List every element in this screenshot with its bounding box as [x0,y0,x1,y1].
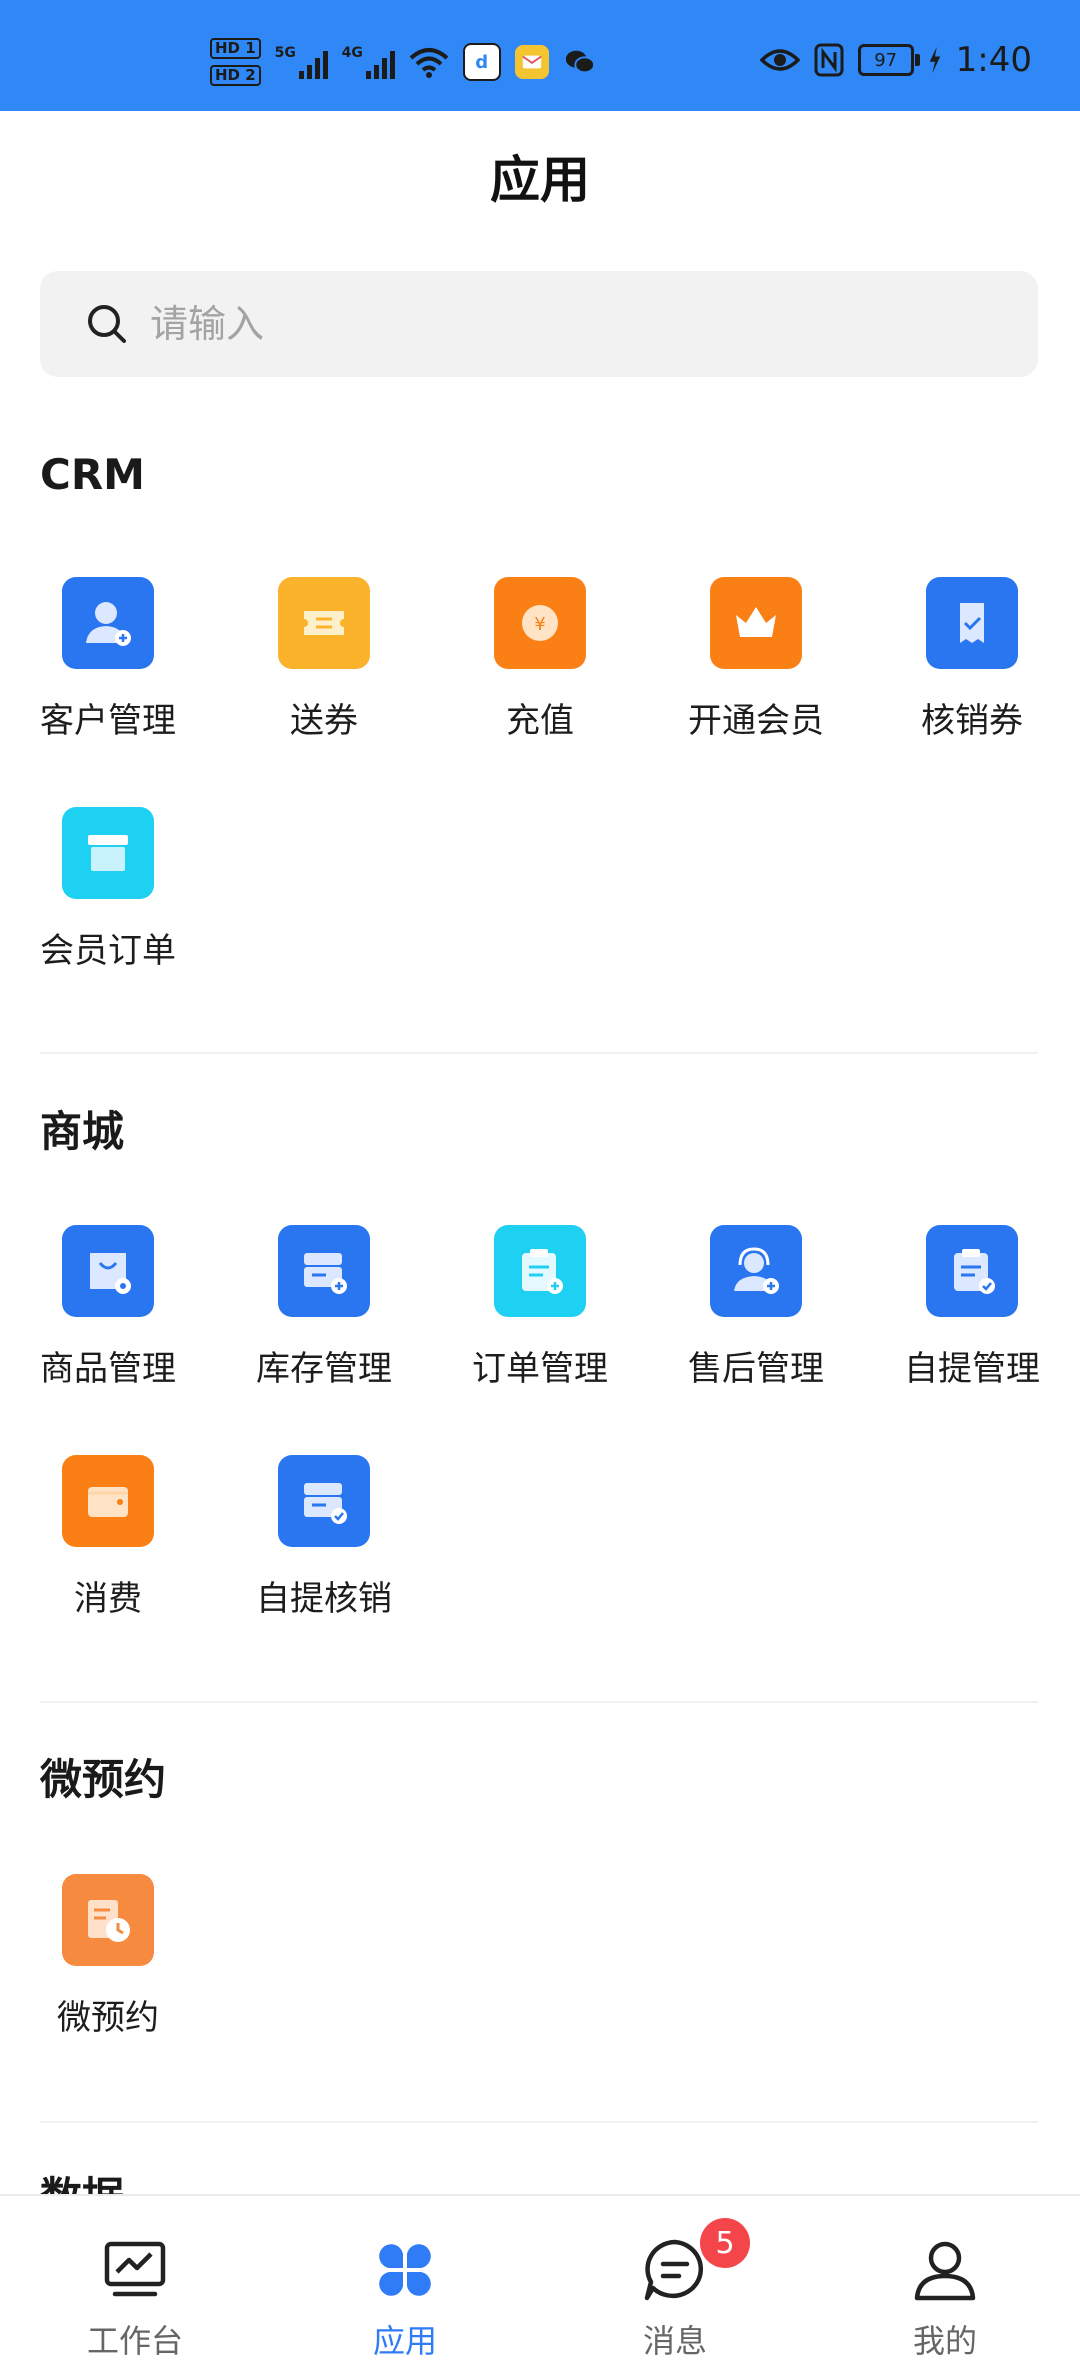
crown-icon [710,577,802,669]
inventory-icon [278,1225,370,1317]
shopping-bag-icon [62,1225,154,1317]
charging-icon [929,46,940,74]
search-input[interactable] [148,301,952,347]
app-order-management[interactable]: 订单管理 [432,1225,648,1425]
wifi-icon [409,48,448,78]
app-pickup-management[interactable]: 自提管理 [864,1225,1080,1425]
app-label: 会员订单 [40,931,176,971]
page-title: 应用 [490,151,590,209]
section-title-crm: CRM [40,450,145,499]
wechat-icon [563,45,597,79]
wallet-icon [62,1455,154,1547]
apps-icon [379,2244,431,2296]
app-label: 自提核销 [256,1579,392,1619]
nfc-icon [814,43,844,77]
app-open-membership[interactable]: 开通会员 [648,577,864,777]
nav-label: 应用 [372,2322,437,2360]
nav-workbench[interactable]: 工作台 [0,2196,270,2378]
headset-icon [710,1225,802,1317]
box-icon [62,807,154,899]
app-recharge[interactable]: ¥ 充值 [432,577,648,777]
app-label: 订单管理 [472,1349,608,1389]
app-micro-appointment[interactable]: 微预约 [0,1874,216,2074]
app-send-coupon[interactable]: 送券 [216,577,432,777]
app-label: 核销券 [921,701,1023,741]
search-bar[interactable] [40,271,1038,377]
verify-coupon-icon [926,577,1018,669]
network-4g-label: 4G [341,45,363,61]
app-label: 充值 [506,701,574,741]
network-5g-label: 5G [274,45,296,61]
nav-label: 我的 [912,2322,977,2360]
nav-messages[interactable]: 5 消息 [540,2196,810,2378]
app-member-orders[interactable]: 会员订单 [0,807,216,1007]
app-verify-coupon[interactable]: 核销券 [864,577,1080,777]
customer-icon [62,577,154,669]
search-icon [88,305,126,343]
eye-icon [759,49,800,71]
section-divider [40,2121,1038,2123]
mail-icon [514,45,549,79]
svg-text:¥: ¥ [534,614,545,635]
sim2-label: HD 2 [210,65,261,86]
status-bar: HD 1 HD 2 5G 4G d 97 1:40 [0,0,1080,111]
section-title-micro-appointment: 微预约 [40,1755,167,1804]
bottom-nav: 工作台 应用 5 消息 我的 [0,2194,1080,2378]
nav-label: 工作台 [86,2322,183,2360]
section-title-mall: 商城 [40,1107,125,1156]
sim-indicators: HD 1 HD 2 [210,38,261,86]
app-label: 开通会员 [688,701,824,741]
battery-indicator: 97 [857,44,920,76]
app-label: 库存管理 [256,1349,392,1389]
app-pickup-verification[interactable]: 自提核销 [216,1455,432,1655]
section-divider [40,1052,1038,1054]
app-consumption[interactable]: 消费 [0,1455,216,1655]
message-icon [644,2239,704,2301]
app-d-icon: d [462,43,501,81]
app-label: 售后管理 [688,1349,824,1389]
signal-4g-icon: 4G [342,45,395,79]
app-customer-management[interactable]: 客户管理 [0,577,216,777]
app-product-management[interactable]: 商品管理 [0,1225,216,1425]
section-divider [40,1701,1038,1703]
dashboard-icon [104,2241,166,2297]
app-after-sales-management[interactable]: 售后管理 [648,1225,864,1425]
battery-level: 97 [874,49,898,71]
nav-apps[interactable]: 应用 [270,2196,540,2378]
app-label: 商品管理 [40,1349,176,1389]
appointment-icon [62,1874,154,1966]
coin-icon: ¥ [494,577,586,669]
clock: 1:40 [955,40,1032,80]
ticket-icon [278,577,370,669]
clipboard-icon [494,1225,586,1317]
nav-label: 消息 [642,2322,707,2360]
sim1-label: HD 1 [210,38,261,59]
pickup-icon [926,1225,1018,1317]
app-label: 客户管理 [40,701,176,741]
pickup-verify-icon [278,1455,370,1547]
profile-icon [914,2241,976,2301]
app-label: 送券 [290,701,358,741]
app-label: 自提管理 [904,1349,1040,1389]
nav-profile[interactable]: 我的 [810,2196,1080,2378]
app-inventory-management[interactable]: 库存管理 [216,1225,432,1425]
message-badge: 5 [700,2218,750,2268]
signal-5g-icon: 5G [275,45,328,79]
app-label: 消费 [74,1579,142,1619]
app-label: 微预约 [57,1998,159,2038]
